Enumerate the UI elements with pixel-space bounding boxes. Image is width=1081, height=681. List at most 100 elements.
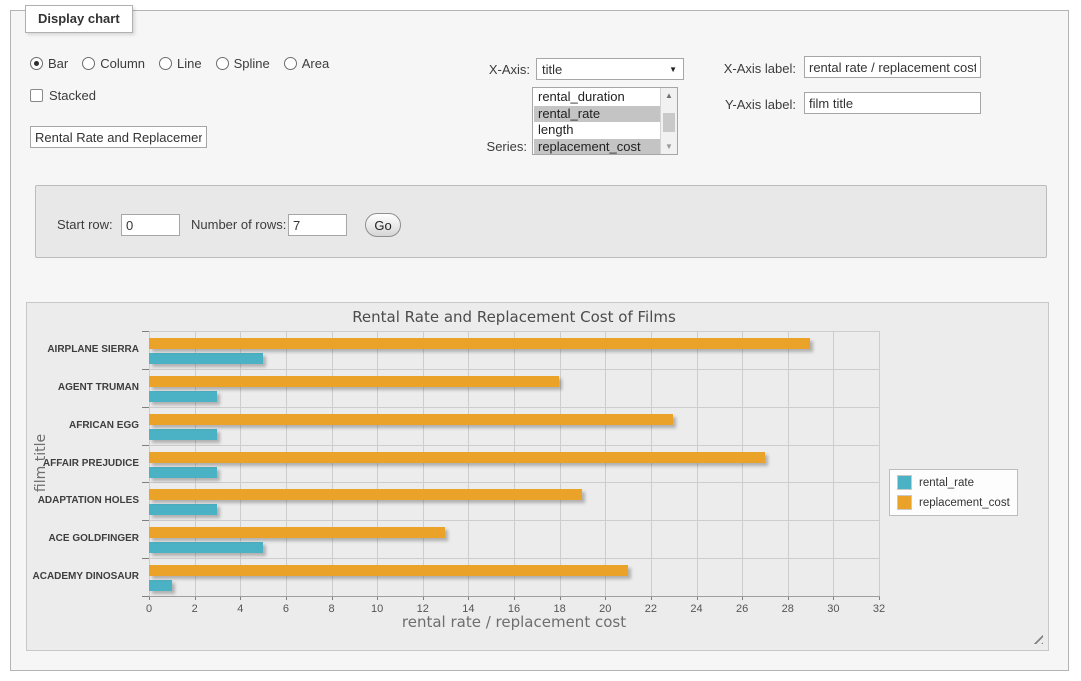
category-label: AIRPLANE SIERRA: [27, 344, 139, 355]
series-scrollbar[interactable]: ▲ ▼: [660, 88, 677, 154]
chart-title: Rental Rate and Replacement Cost of Film…: [149, 308, 879, 326]
x-tick-label: 28: [773, 603, 803, 615]
fieldset-legend: Display chart: [25, 5, 133, 33]
legend-label: replacement_cost: [919, 497, 1010, 509]
y-axis-label-input[interactable]: [804, 92, 981, 114]
stacked-checkbox[interactable]: [30, 89, 43, 102]
bar-replacement_cost: [149, 338, 810, 349]
number-of-rows-input[interactable]: [288, 214, 347, 236]
x-tick-label: 22: [636, 603, 666, 615]
bar-rental_rate: [149, 429, 217, 440]
gridline: [377, 331, 378, 596]
radio-icon[interactable]: [30, 57, 43, 70]
bar-replacement_cost: [149, 565, 628, 576]
radio-icon[interactable]: [216, 57, 229, 70]
chart-type-option-bar[interactable]: Bar: [30, 56, 68, 71]
chart-type-label: Column: [100, 56, 145, 71]
y-axis-label-label: Y-Axis label:: [700, 97, 796, 113]
gridline: [468, 331, 469, 596]
series-listbox[interactable]: rental_durationrental_ratelengthreplacem…: [532, 87, 678, 155]
series-option-rental_rate[interactable]: rental_rate: [534, 106, 660, 123]
chart-type-options: Bar Column Line Spline Area: [30, 56, 329, 71]
chart-title-input[interactable]: [30, 126, 207, 148]
gridline: [149, 558, 879, 559]
x-axis-selected-value: title: [537, 62, 669, 77]
bar-rental_rate: [149, 353, 263, 364]
chart-type-option-line[interactable]: Line: [159, 56, 202, 71]
bar-replacement_cost: [149, 452, 765, 463]
chevron-down-icon: ▼: [669, 65, 683, 74]
scrollbar-thumb[interactable]: [663, 113, 675, 132]
scroll-down-icon[interactable]: ▼: [661, 139, 677, 154]
x-tick-label: 16: [499, 603, 529, 615]
gridline: [240, 331, 241, 596]
x-tick-label: 14: [453, 603, 483, 615]
bar-replacement_cost: [149, 489, 582, 500]
series-option-rental_duration[interactable]: rental_duration: [534, 89, 660, 106]
gridline: [879, 331, 880, 596]
radio-icon[interactable]: [82, 57, 95, 70]
x-axis-select-label: X-Axis:: [430, 62, 530, 78]
series-option-length[interactable]: length: [534, 122, 660, 139]
tick-mark: [142, 596, 149, 597]
x-tick-label: 30: [818, 603, 848, 615]
chart-type-label: Spline: [234, 56, 270, 71]
x-tick-label: 10: [362, 603, 392, 615]
row-range-box: Start row: Number of rows: Go: [35, 185, 1047, 258]
x-axis-label-input[interactable]: [804, 56, 981, 78]
x-tick-label: 26: [727, 603, 757, 615]
tick-mark: [142, 369, 149, 370]
chart-type-label: Bar: [48, 56, 68, 71]
bar-replacement_cost: [149, 527, 445, 538]
category-label: AGENT TRUMAN: [27, 382, 139, 393]
scroll-up-icon[interactable]: ▲: [661, 88, 677, 103]
gridline: [149, 407, 879, 408]
start-row-input[interactable]: [121, 214, 180, 236]
tick-mark: [142, 331, 149, 332]
series-options: rental_durationrental_ratelengthreplacem…: [534, 89, 660, 153]
x-tick-label: 32: [864, 603, 894, 615]
legend-swatch-rental_rate: [897, 475, 912, 490]
bar-replacement_cost: [149, 376, 559, 387]
bar-rental_rate: [149, 391, 217, 402]
tick-mark: [142, 558, 149, 559]
tick-mark: [142, 520, 149, 521]
radio-icon[interactable]: [284, 57, 297, 70]
tick-mark: [142, 445, 149, 446]
chart-type-option-column[interactable]: Column: [82, 56, 145, 71]
x-tick-label: 24: [682, 603, 712, 615]
category-label: ADAPTATION HOLES: [27, 495, 139, 506]
x-axis-select[interactable]: title ▼: [536, 58, 684, 80]
legend-item: rental_rate: [897, 475, 1010, 490]
number-of-rows-label: Number of rows:: [191, 214, 286, 236]
x-tick-label: 2: [180, 603, 210, 615]
go-button[interactable]: Go: [365, 213, 401, 237]
resize-handle-icon[interactable]: [1030, 631, 1043, 644]
gridline: [605, 331, 606, 596]
bar-rental_rate: [149, 467, 217, 478]
x-tick-label: 4: [225, 603, 255, 615]
chart-type-label: Area: [302, 56, 329, 71]
gridline: [651, 331, 652, 596]
x-tick-label: 12: [408, 603, 438, 615]
series-option-replacement_cost[interactable]: replacement_cost: [534, 139, 660, 156]
category-label: AFRICAN EGG: [27, 420, 139, 431]
bar-rental_rate: [149, 504, 217, 515]
gridline: [149, 369, 879, 370]
chart-type-option-area[interactable]: Area: [284, 56, 329, 71]
gridline: [149, 445, 879, 446]
radio-icon[interactable]: [159, 57, 172, 70]
category-label: ACE GOLDFINGER: [27, 533, 139, 544]
gridline: [833, 331, 834, 596]
x-tick-label: 6: [271, 603, 301, 615]
start-row-label: Start row:: [57, 214, 113, 236]
x-axis-line: [149, 596, 880, 597]
gridline: [332, 331, 333, 596]
legend-swatch-replacement_cost: [897, 495, 912, 510]
x-axis-title: rental rate / replacement cost: [149, 613, 879, 631]
gridline: [149, 331, 150, 596]
chart-type-option-spline[interactable]: Spline: [216, 56, 270, 71]
gridline: [514, 331, 515, 596]
stacked-option[interactable]: Stacked: [30, 88, 96, 103]
gridline: [149, 482, 879, 483]
